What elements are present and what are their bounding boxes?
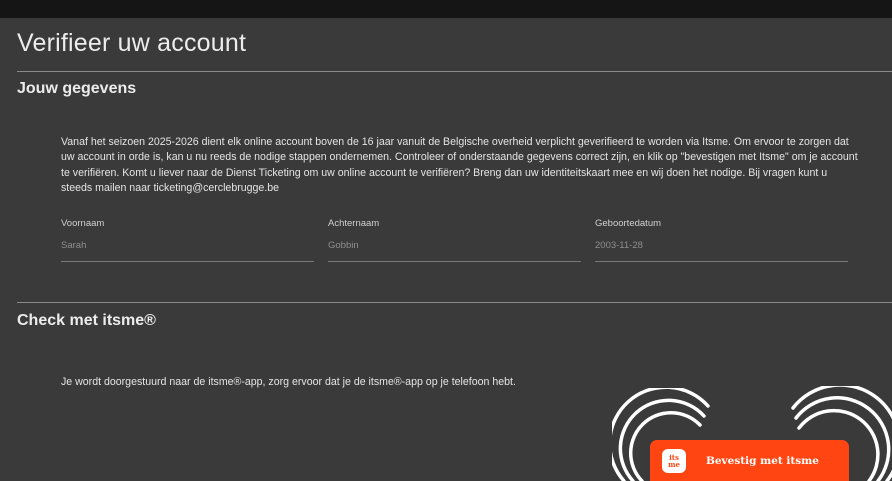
first-name-underline (61, 261, 314, 262)
section-divider (17, 302, 892, 303)
section-title-details: Jouw gegevens (17, 80, 137, 97)
itsme-logo-icon: its me (662, 448, 686, 473)
birthdate-field: Geboortedatum 2003-11-28 (595, 218, 848, 262)
verification-panel: Verifieer uw account Jouw gegevens Vanaf… (0, 18, 892, 481)
first-name-value: Sarah (61, 240, 87, 251)
first-name-field: Voornaam Sarah (61, 218, 314, 262)
birthdate-underline (595, 261, 848, 262)
last-name-label: Achternaam (328, 218, 380, 229)
intro-text: Vanaf het seizoen 2025-2026 dient elk on… (61, 136, 858, 194)
redirect-text: Je wordt doorgestuurd naar de itsme®-app… (61, 376, 516, 388)
confirm-itsme-button[interactable]: its me Bevestig met itsme (650, 440, 849, 481)
page-title: Verifieer uw account (17, 29, 247, 57)
birthdate-label: Geboortedatum (595, 218, 662, 229)
confirm-itsme-label: Bevestig met itsme (706, 454, 819, 467)
birthdate-value: 2003-11-28 (595, 240, 643, 251)
last-name-field: Achternaam Gobbin (328, 218, 581, 262)
title-divider (17, 71, 892, 72)
section-title-itsme: Check met itsme® (17, 312, 156, 329)
itsme-logo-line2: me (668, 459, 680, 469)
last-name-value: Gobbin (328, 240, 359, 251)
first-name-label: Voornaam (61, 218, 105, 229)
last-name-underline (328, 261, 581, 262)
